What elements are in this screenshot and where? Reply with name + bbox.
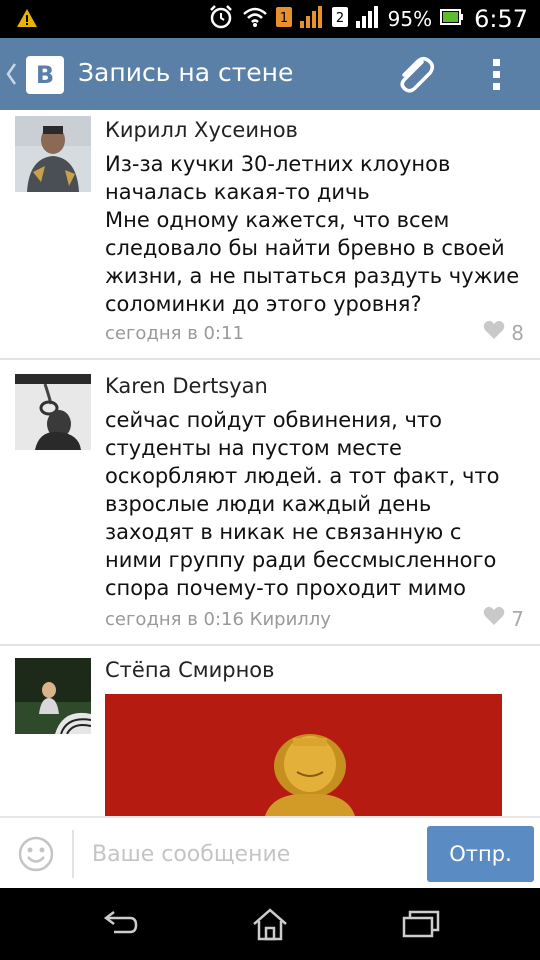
like-button[interactable]: 7 bbox=[483, 606, 524, 631]
comment-item: Karen Dertsyan сейчас пойдут обвинения, … bbox=[0, 360, 540, 646]
comment-item: Кирилл Хусеинов Из-за кучки 30-летних кл… bbox=[0, 110, 540, 360]
clock: 6:57 bbox=[474, 5, 528, 33]
like-button[interactable]: 8 bbox=[483, 320, 524, 345]
nav-back-icon[interactable] bbox=[100, 906, 140, 946]
heart-icon bbox=[483, 320, 505, 345]
avatar[interactable] bbox=[15, 116, 91, 192]
nav-home-icon[interactable] bbox=[250, 906, 290, 946]
svg-text:2: 2 bbox=[336, 11, 344, 26]
comment-author[interactable]: Karen Dertsyan bbox=[105, 374, 268, 398]
heart-icon bbox=[483, 606, 505, 631]
smile-icon[interactable] bbox=[18, 836, 54, 876]
back-chevron-icon[interactable] bbox=[4, 60, 18, 92]
nav-recents-icon[interactable] bbox=[400, 906, 440, 946]
avatar[interactable] bbox=[15, 374, 91, 450]
battery-icon bbox=[440, 9, 464, 29]
signal-icon bbox=[355, 6, 380, 32]
alarm-icon bbox=[208, 4, 234, 34]
paperclip-icon[interactable] bbox=[392, 52, 438, 102]
divider bbox=[72, 830, 74, 878]
page-title: Запись на стене bbox=[78, 58, 294, 87]
sim2-icon: 2 bbox=[331, 7, 348, 31]
comment-text: сейчас пойдут обвинения, что студенты на… bbox=[105, 408, 500, 600]
comment-timestamp: сегодня в 0:11 bbox=[105, 323, 244, 344]
overflow-menu-icon[interactable] bbox=[492, 58, 502, 96]
svg-text:1: 1 bbox=[280, 11, 288, 26]
signal-icon bbox=[299, 6, 324, 32]
app-header: B Запись на стене bbox=[0, 38, 540, 110]
wifi-icon bbox=[242, 6, 268, 32]
system-nav-bar bbox=[0, 888, 540, 960]
send-button[interactable]: Отпр. bbox=[427, 826, 534, 882]
warning-icon bbox=[16, 8, 38, 32]
comment-author[interactable]: Стёпа Смирнов bbox=[105, 658, 275, 682]
battery-percent: 95% bbox=[387, 7, 433, 31]
message-input[interactable] bbox=[92, 832, 412, 876]
message-composer: Отпр. bbox=[0, 816, 540, 888]
avatar[interactable] bbox=[15, 658, 91, 734]
vk-logo[interactable]: B bbox=[26, 56, 64, 94]
comments-list[interactable]: Кирилл Хусеинов Из-за кучки 30-летних кл… bbox=[0, 110, 540, 816]
status-bar: 1 2 95% 6:57 bbox=[0, 0, 540, 38]
comment-timestamp: сегодня в 0:16 Кириллу bbox=[105, 609, 331, 630]
comment-text: Из-за кучки 30-летних клоунов началась к… bbox=[105, 152, 520, 316]
like-count: 8 bbox=[511, 320, 524, 345]
sim1-icon: 1 bbox=[275, 7, 292, 31]
like-count: 7 bbox=[511, 606, 524, 631]
comment-author[interactable]: Кирилл Хусеинов bbox=[105, 118, 298, 142]
attached-image[interactable] bbox=[105, 694, 502, 816]
